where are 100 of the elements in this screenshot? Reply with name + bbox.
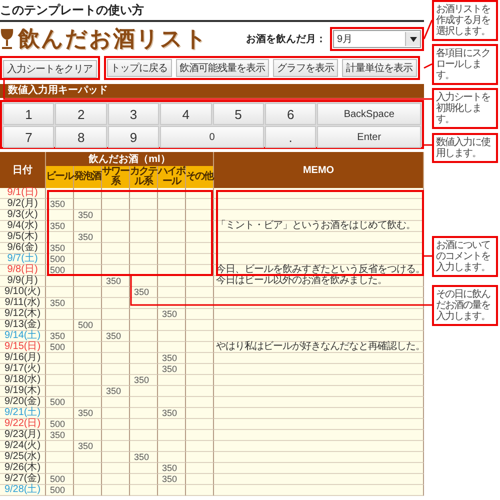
table-cell: [130, 254, 158, 265]
table-cell: [130, 232, 158, 243]
table-cell: [74, 364, 102, 375]
column-header: MEMO: [214, 152, 424, 188]
table-cell: [102, 364, 130, 375]
nav-button[interactable]: 計量単位を表示: [342, 59, 416, 77]
month-select[interactable]: 9月: [333, 30, 421, 48]
table-cell: 350: [74, 441, 102, 452]
table-cell: 350: [158, 408, 186, 419]
keypad-key[interactable]: 2: [55, 103, 107, 125]
keypad-key[interactable]: 8: [55, 126, 107, 148]
nav-button[interactable]: グラフを表示: [273, 59, 338, 77]
table-cell: [158, 331, 186, 342]
table-cell: [158, 320, 186, 331]
table-cell: 350: [74, 408, 102, 419]
date-cell: 9/5(木): [0, 232, 46, 243]
keypad-key[interactable]: 7: [3, 126, 54, 148]
table-cell: 350: [102, 276, 130, 287]
table-cell: [158, 342, 186, 353]
keypad-key[interactable]: 4: [160, 103, 212, 125]
app-title: 飲んだお酒リスト: [18, 25, 208, 53]
table-cell: [158, 441, 186, 452]
table-cell: [186, 485, 214, 496]
table-cell: [46, 463, 74, 474]
table-cell: [130, 474, 158, 485]
table-cell: [158, 452, 186, 463]
keypad-key[interactable]: .: [264, 126, 316, 148]
keypad-key[interactable]: 1: [3, 103, 54, 125]
keypad-key[interactable]: 3: [108, 103, 160, 125]
table-cell: [130, 188, 158, 199]
table-cell: 500: [46, 254, 74, 265]
leader-line: [424, 255, 432, 257]
table-cell: [102, 397, 130, 408]
table-cell: [46, 210, 74, 221]
table-cell: [186, 408, 214, 419]
table-cell: [130, 342, 158, 353]
table-cell: 350: [46, 243, 74, 254]
table-cell: 350: [46, 199, 74, 210]
table-cell: [130, 430, 158, 441]
table-cell: [74, 298, 102, 309]
date-cell: 9/16(月): [0, 353, 46, 364]
table-cell: 350: [46, 298, 74, 309]
table-cell: [46, 188, 74, 199]
date-cell: 9/28(土): [0, 485, 46, 496]
annotation-note: その日に飲んだお酒の量を入力します。: [432, 285, 498, 326]
keypad-key[interactable]: Enter: [317, 126, 421, 148]
keypad-key[interactable]: 9: [108, 126, 160, 148]
table-cell: [186, 463, 214, 474]
date-cell: 9/4(水): [0, 221, 46, 232]
keypad-key[interactable]: 0: [160, 126, 264, 148]
table-cell: [74, 287, 102, 298]
column-header: ビール: [46, 166, 74, 188]
keypad-key[interactable]: BackSpace: [317, 103, 421, 125]
table-cell: [130, 386, 158, 397]
date-cell: 9/24(火): [0, 441, 46, 452]
table-cell: [74, 375, 102, 386]
keypad-key[interactable]: 6: [264, 103, 316, 125]
table-cell: [74, 485, 102, 496]
annotation-note: 各項目にスクロールします。: [432, 44, 498, 85]
keypad-key[interactable]: 5: [212, 103, 264, 125]
table-cell: 350: [46, 221, 74, 232]
date-cell: 9/7(土): [0, 254, 46, 265]
table-cell: [102, 452, 130, 463]
table-cell: [74, 419, 102, 430]
table-cell: [74, 199, 102, 210]
nav-button[interactable]: トップに戻る: [106, 59, 172, 77]
table-cell: [130, 243, 158, 254]
date-cell: 9/23(月): [0, 430, 46, 441]
table-cell: [130, 276, 158, 287]
annotation-note: 入力シートを初期化します。: [432, 88, 498, 129]
table-cell: [102, 342, 130, 353]
date-cell: 9/14(土): [0, 331, 46, 342]
table-cell: 350: [74, 232, 102, 243]
table-cell: [186, 419, 214, 430]
table-cell: [46, 320, 74, 331]
table-cell: [102, 210, 130, 221]
table-cell: [102, 430, 130, 441]
table-cell: [74, 309, 102, 320]
table-cell: [46, 353, 74, 364]
table-cell: [158, 221, 186, 232]
column-header: 日付: [0, 152, 46, 188]
table-cell: [102, 441, 130, 452]
table-cell: [102, 254, 130, 265]
table-cell: [186, 331, 214, 342]
table-cell: [158, 199, 186, 210]
table-cell: 350: [102, 331, 130, 342]
table-cell: [186, 441, 214, 452]
table-cell: [158, 232, 186, 243]
table-cell: [102, 188, 130, 199]
table-cell: [74, 430, 102, 441]
table-cell: [186, 452, 214, 463]
table-cell: [158, 298, 186, 309]
table-cell: [74, 463, 102, 474]
table-cell: [102, 463, 130, 474]
table-cell: [102, 375, 130, 386]
nav-button[interactable]: 飲酒可能残量を表示: [176, 59, 269, 77]
table-cell: [74, 276, 102, 287]
table-cell: [130, 397, 158, 408]
clear-sheet-button[interactable]: 入力シートをクリア: [3, 60, 96, 78]
table-cell: [102, 232, 130, 243]
